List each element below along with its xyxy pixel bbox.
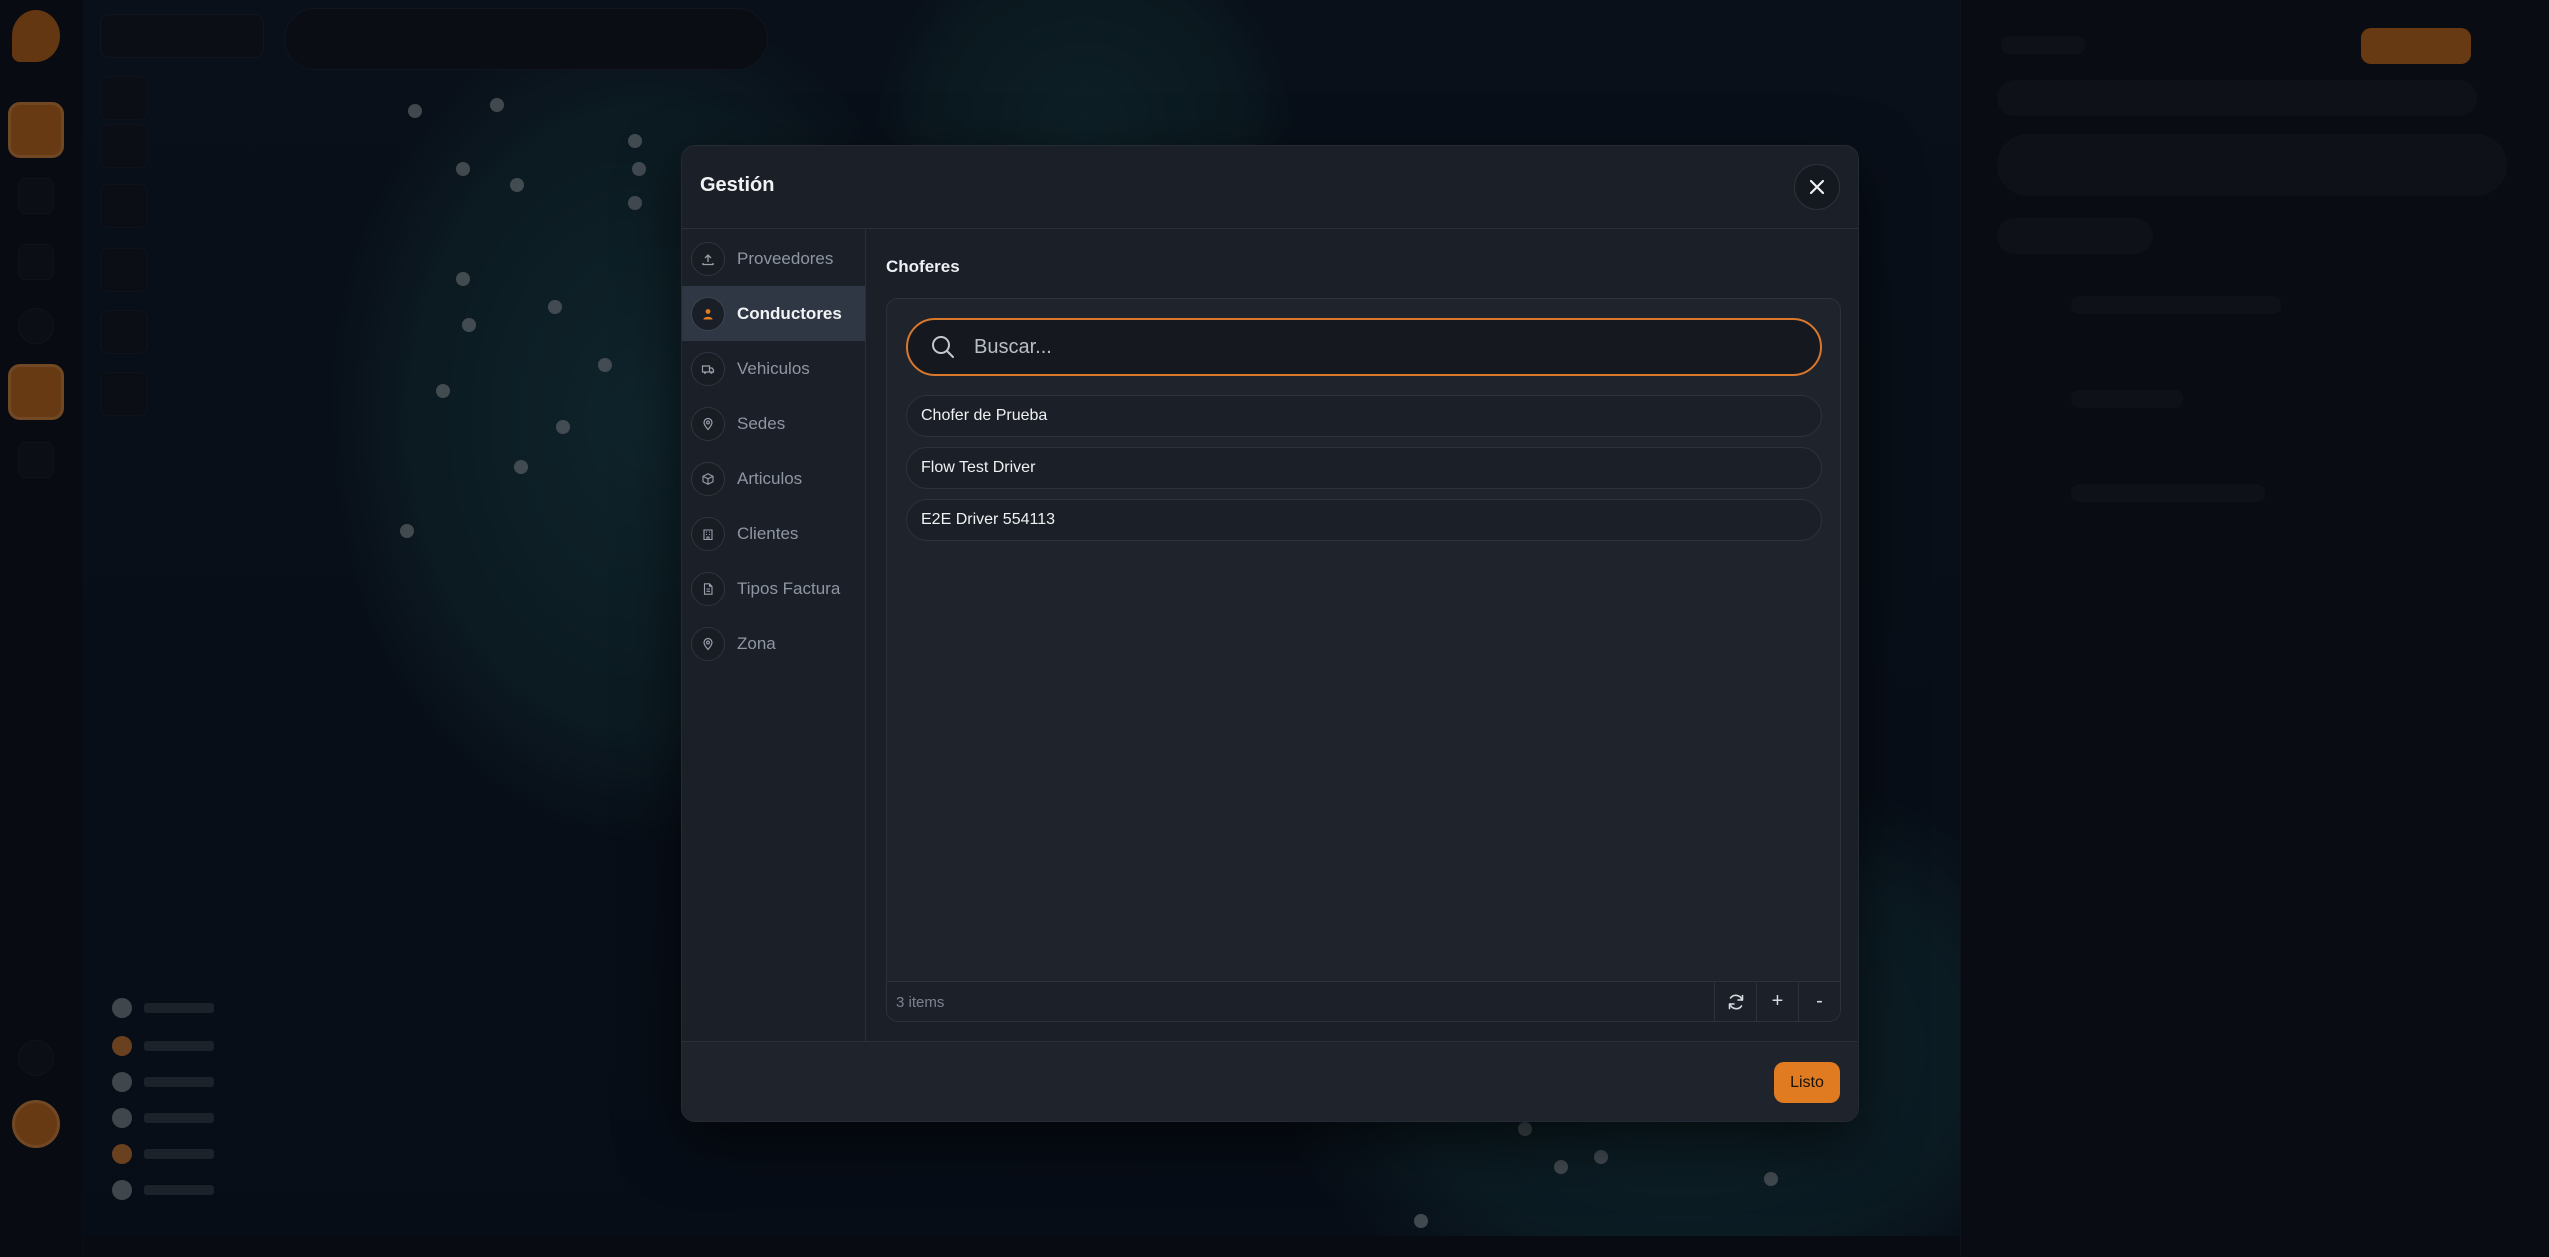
content-area: Choferes Chofer de Prueba Flow Test Driv… (866, 229, 1858, 1041)
modal-title: Gestión (700, 174, 775, 196)
document-icon (691, 571, 725, 606)
refresh-button[interactable] (1714, 982, 1756, 1021)
section-title: Choferes (886, 257, 960, 276)
box-icon (691, 461, 725, 496)
drivers-list-panel: Chofer de Prueba Flow Test Driver E2E Dr… (886, 298, 1841, 1022)
list-item[interactable]: Chofer de Prueba (906, 395, 1822, 437)
management-modal: Gestión Proveedores Conductores Vehiculo… (681, 145, 1859, 1122)
person-icon (691, 296, 725, 331)
done-button[interactable]: Listo (1774, 1062, 1840, 1103)
location-pin-icon (691, 406, 725, 441)
sidebar-item-label: Zona (737, 633, 776, 653)
sidebar-item-conductores[interactable]: Conductores (682, 286, 865, 341)
sidebar-item-label: Sedes (737, 413, 786, 433)
search-field[interactable] (906, 318, 1822, 376)
modal-sidebar: Proveedores Conductores Vehiculos Sedes (682, 229, 866, 1041)
sidebar-item-label: Clientes (737, 523, 799, 543)
list-item[interactable]: E2E Driver 554113 (906, 499, 1822, 541)
sidebar-item-label: Articulos (737, 468, 803, 488)
modal-header: Gestión (682, 146, 1858, 229)
sidebar-item-articulos[interactable]: Articulos (682, 451, 865, 506)
search-input[interactable] (974, 335, 1820, 359)
close-button[interactable] (1794, 164, 1840, 210)
sidebar-item-proveedores[interactable]: Proveedores (682, 231, 865, 286)
sidebar-item-zona[interactable]: Zona (682, 616, 865, 671)
sidebar-item-clientes[interactable]: Clientes (682, 506, 865, 561)
sidebar-item-label: Vehiculos (737, 358, 810, 378)
sidebar-item-label: Conductores (737, 303, 842, 323)
refresh-icon (1728, 994, 1743, 1009)
sidebar-item-vehiculos[interactable]: Vehiculos (682, 341, 865, 396)
close-icon (1809, 179, 1825, 195)
add-button[interactable]: + (1756, 982, 1798, 1021)
sidebar-item-label: Proveedores (737, 248, 834, 268)
upload-icon (691, 241, 725, 276)
items-count: 3 items (896, 994, 945, 1011)
sidebar-item-sedes[interactable]: Sedes (682, 396, 865, 451)
sidebar-item-tipos-factura[interactable]: Tipos Factura (682, 561, 865, 616)
remove-button[interactable]: - (1798, 982, 1840, 1021)
sidebar-item-label: Tipos Factura (737, 578, 841, 598)
list-item[interactable]: Flow Test Driver (906, 447, 1822, 489)
modal-footer: Listo (682, 1041, 1858, 1121)
list-footer: 3 items + - (887, 981, 1840, 1021)
app-root: Gestión Proveedores Conductores Vehiculo… (0, 0, 2549, 1257)
search-icon (932, 336, 954, 358)
building-icon (691, 516, 725, 551)
location-pin-icon (691, 626, 725, 661)
truck-icon (691, 351, 725, 386)
